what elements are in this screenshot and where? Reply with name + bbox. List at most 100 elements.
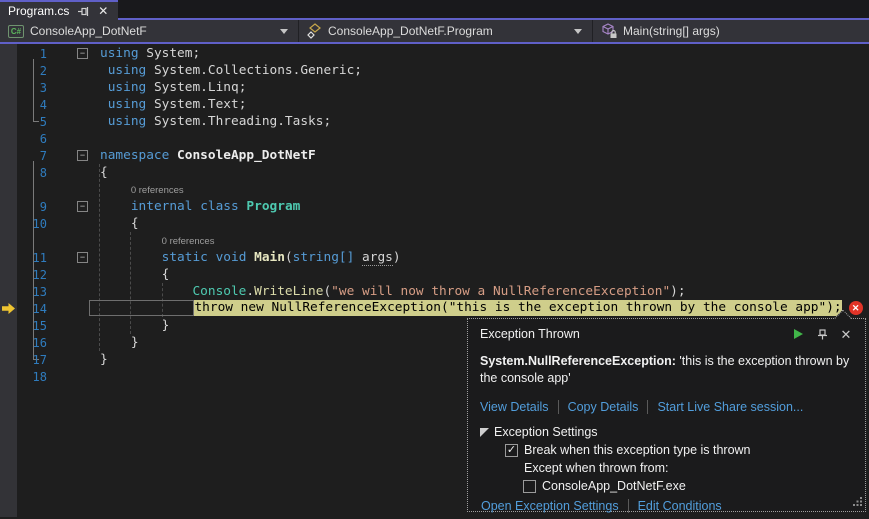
separator <box>558 400 559 414</box>
exception-statement-highlight[interactable]: throw new NullReferenceException("this i… <box>194 300 841 316</box>
code-text[interactable]: using System.Threading.Tasks; <box>100 113 869 130</box>
member-dropdown-label: Main(string[] args) <box>623 24 861 38</box>
codelens-references[interactable]: 0 references <box>162 236 215 247</box>
separator <box>647 400 648 414</box>
type-dropdown-label: ConsoleApp_DotNetF.Program <box>328 24 568 38</box>
line-number: 3 <box>17 81 49 95</box>
line-number: 11 <box>17 251 49 265</box>
line-number: 12 <box>17 268 49 282</box>
code-line: 8{ <box>0 164 869 181</box>
code-text[interactable]: using System.Collections.Generic; <box>100 62 869 79</box>
copy-details-link[interactable]: Copy Details <box>568 400 639 414</box>
code-line: 7 − namespace ConsoleApp_DotNetF <box>0 147 869 164</box>
continue-execution-icon[interactable] <box>791 327 805 341</box>
class-icon <box>307 23 322 39</box>
line-number: 18 <box>17 370 49 384</box>
tab-strip-filler <box>118 0 869 20</box>
code-line: 13 Console.WriteLine("we will now throw … <box>0 283 869 300</box>
codelens-references[interactable]: 0 references <box>131 185 184 196</box>
pin-popup-icon[interactable] <box>815 327 829 341</box>
member-dropdown[interactable]: Main(string[] args) <box>593 20 869 42</box>
edit-conditions-link[interactable]: Edit Conditions <box>638 499 722 513</box>
close-tab-icon[interactable]: ✕ <box>97 4 110 18</box>
code-line: 9 − internal class Program <box>0 198 869 215</box>
close-popup-icon[interactable]: ✕ <box>839 327 853 341</box>
code-text[interactable]: static void Main(string[] args) <box>100 249 869 266</box>
code-line: 10 { <box>0 215 869 232</box>
tab-strip: Program.cs ✕ <box>0 0 869 20</box>
line-number: 4 <box>17 98 49 112</box>
code-text[interactable]: internal class Program <box>100 198 869 215</box>
line-number: 5 <box>17 115 49 129</box>
type-dropdown[interactable]: ConsoleApp_DotNetF.Program <box>299 20 592 42</box>
code-line: 6 <box>0 130 869 147</box>
pin-tab-icon[interactable] <box>76 4 89 18</box>
live-share-link[interactable]: Start Live Share session... <box>657 400 803 414</box>
exception-helper-popup: Exception Thrown ✕ System.NullReferenceE… <box>467 318 866 512</box>
collapse-triangle-icon[interactable] <box>480 428 489 437</box>
code-line: 5 using System.Threading.Tasks; <box>0 113 869 130</box>
line-number: 8 <box>17 166 49 180</box>
navigation-bar: C# ConsoleApp_DotNetF ConsoleApp_DotNetF… <box>0 20 869 44</box>
code-text[interactable]: namespace ConsoleApp_DotNetF <box>100 147 869 164</box>
line-number: 15 <box>17 319 49 333</box>
collapse-region-icon[interactable]: − <box>77 150 88 161</box>
exception-error-icon[interactable]: ✕ <box>849 301 863 315</box>
except-when-thrown-label: Except when thrown from: <box>480 461 853 475</box>
code-text[interactable]: throw new NullReferenceException("this i… <box>100 300 869 317</box>
code-text[interactable]: using System; <box>100 45 869 62</box>
code-text[interactable]: 0 references <box>100 232 869 250</box>
collapse-region-icon[interactable]: − <box>77 201 88 212</box>
separator <box>628 499 629 513</box>
code-line: 11 − static void Main(string[] args) <box>0 249 869 266</box>
exception-type: System.NullReferenceException: <box>480 354 676 368</box>
code-text[interactable]: using System.Linq; <box>100 79 869 96</box>
private-method-icon <box>601 23 617 39</box>
module-exclude-checkbox[interactable] <box>523 480 536 493</box>
code-text[interactable]: using System.Text; <box>100 96 869 113</box>
line-number: 10 <box>17 217 49 231</box>
project-dropdown-label: ConsoleApp_DotNetF <box>30 24 274 38</box>
line-number: 2 <box>17 64 49 78</box>
line-number: 6 <box>17 132 49 146</box>
code-text[interactable]: { <box>100 164 869 181</box>
tab-title: Program.cs <box>8 4 69 18</box>
codelens-row: 0 references <box>0 181 869 198</box>
line-number: 17 <box>17 353 49 367</box>
code-text[interactable]: { <box>100 266 869 283</box>
code-line: 12 { <box>0 266 869 283</box>
codelens-row: 0 references <box>0 232 869 249</box>
collapse-region-icon[interactable]: − <box>77 48 88 59</box>
code-text[interactable]: Console.WriteLine("we will now throw a N… <box>100 283 869 300</box>
resize-grip[interactable] <box>852 495 863 509</box>
code-text[interactable]: { <box>100 215 869 232</box>
chevron-down-icon[interactable] <box>280 29 288 34</box>
project-dropdown[interactable]: C# ConsoleApp_DotNetF <box>0 20 298 42</box>
code-line: 14 throw new NullReferenceException("thi… <box>0 300 869 317</box>
code-line: 4 using System.Text; <box>0 96 869 113</box>
tab-program-cs[interactable]: Program.cs ✕ <box>0 0 118 20</box>
code-line: 2 using System.Collections.Generic; <box>0 62 869 79</box>
break-when-thrown-label: Break when this exception type is thrown <box>524 443 751 457</box>
code-line: 3 using System.Linq; <box>0 79 869 96</box>
line-number: 14 <box>17 302 49 316</box>
code-text[interactable]: 0 references <box>100 181 869 199</box>
statement-whitespace-box <box>89 300 194 316</box>
popup-title: Exception Thrown <box>480 327 791 341</box>
line-number: 1 <box>17 47 49 61</box>
collapse-region-icon[interactable]: − <box>77 252 88 263</box>
view-details-link[interactable]: View Details <box>480 400 549 414</box>
code-line: 1 − using System; <box>0 45 869 62</box>
current-statement-arrow-icon <box>2 303 15 314</box>
chevron-down-icon[interactable] <box>574 29 582 34</box>
csharp-project-icon: C# <box>8 25 24 38</box>
open-exception-settings-link[interactable]: Open Exception Settings <box>481 499 619 513</box>
line-number: 13 <box>17 285 49 299</box>
exception-message: System.NullReferenceException: 'this is … <box>480 353 858 387</box>
line-number: 7 <box>17 149 49 163</box>
break-when-thrown-checkbox[interactable]: ✓ <box>505 444 518 457</box>
exception-settings-header: Exception Settings <box>494 425 598 439</box>
module-exclude-label: ConsoleApp_DotNetF.exe <box>542 479 686 493</box>
line-number: 9 <box>17 200 49 214</box>
line-number: 16 <box>17 336 49 350</box>
